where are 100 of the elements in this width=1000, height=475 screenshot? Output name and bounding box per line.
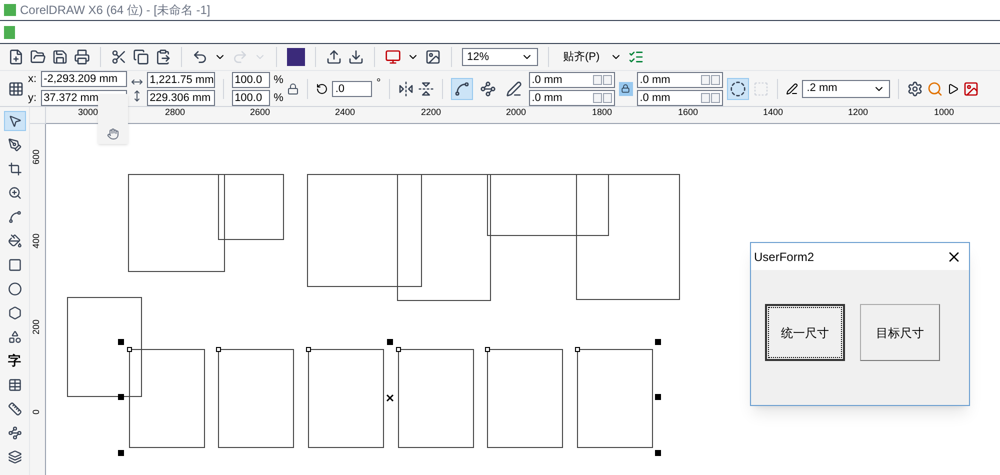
ruler-label: 1000 [934,107,954,117]
grid-icon[interactable] [8,80,24,96]
save-icon[interactable] [52,49,68,65]
form-button[interactable]: 统一尺寸 [765,304,845,361]
play-icon[interactable] [946,82,959,94]
connector-icon [8,426,22,440]
ruler-label: 200 [30,322,42,332]
corner-style-button[interactable] [450,78,473,100]
corner-radius-field[interactable]: .0 mm [528,90,615,106]
corner-icon [480,80,496,96]
image-icon[interactable] [425,49,441,65]
paste-icon[interactable] [155,49,171,65]
node-handle[interactable] [396,347,401,352]
pointer-icon [8,114,22,128]
rectangle-shape[interactable] [128,174,225,272]
square-icon [8,258,22,272]
ruler-label: 1800 [592,107,612,117]
scale-x-field[interactable]: 100.0 [232,72,270,88]
copy-icon[interactable] [133,49,149,65]
selection-handle[interactable] [655,394,661,400]
ruler-label: 600 [30,152,42,162]
node-handle[interactable] [575,347,580,352]
rectangle-shape[interactable] [397,174,491,301]
text-tool[interactable]: 字 [4,351,26,371]
lock-icon[interactable] [287,82,300,94]
corner-icon [506,80,522,96]
corner-radius-field[interactable]: .0 mm [636,90,723,106]
app-menu-icon[interactable] [4,26,15,38]
folder-icon[interactable] [30,49,46,65]
node-handle[interactable] [216,347,221,352]
pen-icon [8,138,22,152]
export-icon[interactable] [348,49,364,65]
import-icon[interactable] [326,49,342,65]
percent-label: % [274,72,284,88]
scissors-icon[interactable] [111,49,127,65]
settings-icon[interactable] [906,80,923,96]
form-button[interactable]: 目标尺寸 [860,304,940,361]
corner-radius-field[interactable]: .0 mm [636,72,723,88]
rectangle-shape[interactable] [398,349,474,448]
new-document-icon[interactable] [8,49,24,65]
x-position-field[interactable]: -2,293.209 mm [40,71,127,88]
pen-icon[interactable] [786,82,798,94]
rectangle-shape[interactable] [129,349,205,448]
rectangle-shape[interactable] [307,174,422,287]
lock-icon [621,84,630,93]
bucket-icon [8,234,22,248]
hand-icon[interactable] [107,128,119,140]
rectangle-shape[interactable] [487,349,563,448]
pointer-tool[interactable] [4,111,26,131]
ruler-label: 1600 [678,107,698,117]
scale-y-field[interactable]: 100.0 [232,90,270,106]
ruler-label: 2400 [335,107,356,117]
rotate-icon[interactable] [316,82,328,94]
node-handle[interactable] [306,347,311,352]
rectangle-shape[interactable] [218,174,284,240]
ruler-label: 2200 [421,107,442,117]
flip-icon[interactable] [418,80,434,96]
relative-scaling-button[interactable] [726,78,749,100]
monitor-icon[interactable] [385,49,401,65]
selection-handle[interactable] [118,339,124,345]
ruler-label: 2000 [506,107,526,117]
checklist-icon[interactable] [628,49,644,65]
selection-handle[interactable] [655,339,661,345]
corner-lock-button[interactable] [618,82,633,96]
y-label: y: [28,90,37,106]
node-handle[interactable] [485,347,490,352]
rectangle-shape[interactable] [218,349,294,448]
mirror-icon[interactable] [398,80,414,96]
selection-handle[interactable] [118,450,124,456]
rectangle-shape[interactable] [487,174,609,236]
corner-radius-field[interactable]: .0 mm [528,72,615,88]
rectangle-shape[interactable] [67,297,142,397]
ruler-label: 2800 [165,107,186,117]
selection-handle[interactable] [655,450,661,456]
selection-handle[interactable] [118,394,124,400]
ruler-label: 1400 [763,107,784,117]
table-icon [8,378,22,392]
angle-field[interactable]: .0 [332,80,372,96]
ruler-label: 1200 [848,107,868,117]
printer-icon[interactable] [74,49,90,65]
rectangle-shape[interactable] [308,349,384,448]
ruler-label: 400 [30,236,42,246]
rectangle-shape[interactable] [577,349,653,448]
layers-icon [8,450,22,464]
selection-handle[interactable] [387,339,393,345]
width-field[interactable]: 1,221.75 mm [146,72,215,88]
corner-icon [454,80,470,96]
height-field[interactable]: 229.306 mm [146,90,215,106]
node-handle[interactable] [127,347,132,352]
rectangle-shape[interactable] [576,174,680,300]
outline-width-dropdown[interactable]: .2 mm [802,80,890,98]
crop-icon [8,162,22,176]
degree-label: ° [376,76,381,91]
zoom-dropdown[interactable]: 12% [462,48,538,66]
image-icon[interactable] [962,80,979,96]
undo-icon[interactable] [192,49,208,65]
ruler-label: 3000 [78,107,98,117]
snap-button[interactable]: 贴齐(P) [559,48,604,66]
shapes-icon [8,330,22,344]
center-mark[interactable] [386,394,394,402]
